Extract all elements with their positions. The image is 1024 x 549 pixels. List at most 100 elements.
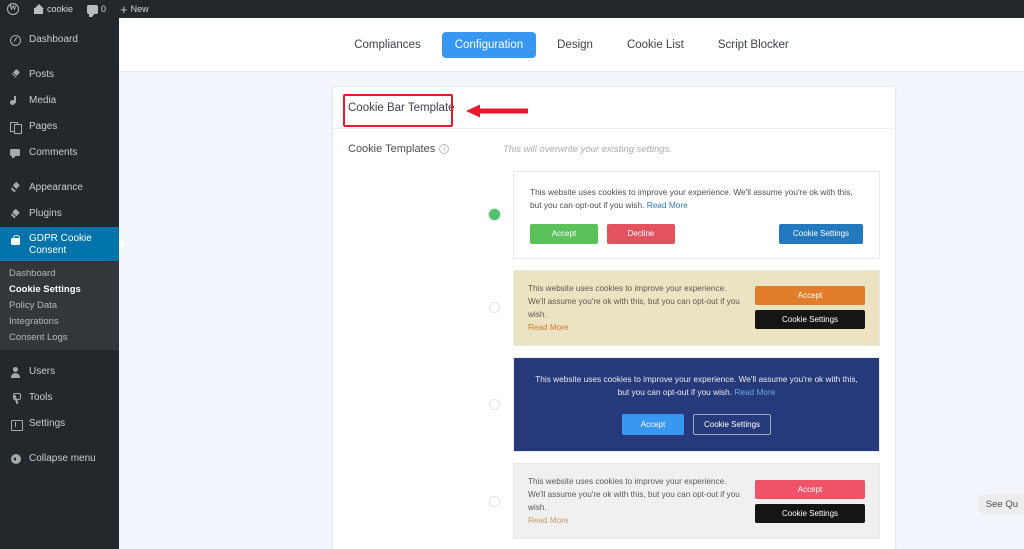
sidebar-divider-1: [0, 53, 119, 62]
submenu-item-cookie-settings[interactable]: Cookie Settings: [0, 281, 119, 297]
read-more-link[interactable]: Read More: [528, 514, 741, 527]
sidebar-item-settings[interactable]: Settings: [0, 411, 119, 437]
cookie-settings-button[interactable]: Cookie Settings: [755, 504, 865, 523]
user-icon: [9, 366, 22, 379]
tab-compliances[interactable]: Compliances: [341, 32, 433, 58]
tab-design[interactable]: Design: [544, 32, 606, 58]
sidebar-divider-2: [0, 166, 119, 175]
page-title: Cookie Bar Template: [348, 102, 455, 114]
site-name-label: cookie: [47, 5, 73, 14]
sidebar-item-users[interactable]: Users: [0, 359, 119, 385]
comments-menu[interactable]: 0: [80, 0, 113, 18]
wordpress-logo-menu[interactable]: [0, 0, 26, 18]
cookie-settings-button[interactable]: Cookie Settings: [693, 414, 771, 435]
read-more-link[interactable]: Read More: [647, 200, 688, 210]
wordpress-logo-icon: [7, 3, 19, 15]
accept-button[interactable]: Accept: [530, 224, 598, 244]
pin-icon: [9, 69, 22, 82]
panel-header: Cookie Bar Template: [333, 87, 895, 129]
template-buttons: Accept Cookie Settings: [755, 480, 865, 523]
new-label: New: [131, 5, 149, 14]
template-preview-default-light[interactable]: This website uses cookies to improve you…: [513, 171, 880, 259]
sidebar-item-label: Posts: [29, 69, 54, 81]
submenu-item-policy-data[interactable]: Policy Data: [0, 297, 119, 313]
template-message-text: This website uses cookies to improve you…: [535, 374, 858, 397]
template-message-text: This website uses cookies to improve you…: [528, 284, 740, 319]
admin-sidebar: Dashboard Posts Media Pages Comments App…: [0, 18, 119, 549]
template-radio-grey-pink[interactable]: [489, 496, 500, 507]
cookie-templates-field-row: Cookie Templates i This will overwrite y…: [348, 143, 880, 155]
template-buttons: Accept Decline Cookie Settings: [530, 224, 863, 244]
template-message: This website uses cookies to improve you…: [530, 186, 863, 212]
sidebar-item-comments[interactable]: Comments: [0, 140, 119, 166]
template-option-row[interactable]: This website uses cookies to improve you…: [489, 463, 880, 540]
cookie-bar-template-panel: Cookie Bar Template Cookie Templates i T…: [332, 86, 896, 549]
sidebar-divider-3: [0, 350, 119, 359]
template-option-row[interactable]: This website uses cookies to improve you…: [489, 270, 880, 347]
sidebar-item-gdpr-cookie-consent[interactable]: GDPR Cookie Consent: [0, 227, 119, 261]
accept-button[interactable]: Accept: [622, 414, 684, 435]
sidebar-item-dashboard[interactable]: Dashboard: [0, 27, 119, 53]
plugin-tab-bar: Compliances Configuration Design Cookie …: [119, 18, 1024, 72]
template-radio-default-light[interactable]: [489, 209, 500, 220]
pages-icon: [9, 121, 22, 134]
wp-admin-bar: cookie 0 + New: [0, 0, 1024, 18]
sidebar-item-label: Users: [29, 366, 55, 378]
new-content-menu[interactable]: + New: [113, 0, 156, 18]
admin-screen: cookie 0 + New Dashboard Posts Media Pa: [0, 0, 1024, 549]
plus-icon: +: [120, 3, 128, 16]
tab-script-blocker[interactable]: Script Blocker: [705, 32, 802, 58]
template-message-text: This website uses cookies to improve you…: [530, 187, 853, 210]
main-content: Compliances Configuration Design Cookie …: [119, 18, 1024, 549]
template-message: This website uses cookies to improve you…: [528, 475, 741, 528]
comments-count: 0: [101, 5, 106, 14]
template-option-row[interactable]: This website uses cookies to improve you…: [489, 357, 880, 452]
template-preview-beige-orange[interactable]: This website uses cookies to improve you…: [513, 270, 880, 347]
cookie-settings-button[interactable]: Cookie Settings: [779, 224, 863, 244]
accept-button[interactable]: Accept: [755, 286, 865, 305]
lock-icon: [9, 233, 22, 246]
sidebar-item-label: Comments: [29, 147, 77, 159]
sidebar-item-media[interactable]: Media: [0, 88, 119, 114]
tab-configuration[interactable]: Configuration: [442, 32, 536, 58]
submenu-item-dashboard[interactable]: Dashboard: [0, 265, 119, 281]
accept-button[interactable]: Accept: [755, 480, 865, 499]
template-buttons: Accept Cookie Settings: [530, 414, 863, 435]
sidebar-item-label: Appearance: [29, 182, 83, 194]
sidebar-item-posts[interactable]: Posts: [0, 62, 119, 88]
settings-icon: [9, 418, 22, 431]
site-name-menu[interactable]: cookie: [26, 0, 80, 18]
sidebar-item-label: Media: [29, 95, 56, 107]
cookie-settings-button[interactable]: Cookie Settings: [755, 310, 865, 329]
info-icon[interactable]: i: [439, 144, 449, 154]
panel-body: Cookie Templates i This will overwrite y…: [333, 129, 895, 539]
submenu-item-integrations[interactable]: Integrations: [0, 313, 119, 329]
template-options-list: This website uses cookies to improve you…: [348, 171, 880, 539]
template-option-row[interactable]: This website uses cookies to improve you…: [489, 171, 880, 259]
dashboard-icon: [9, 34, 22, 47]
template-preview-grey-pink[interactable]: This website uses cookies to improve you…: [513, 463, 880, 540]
sidebar-submenu-gdpr: Dashboard Cookie Settings Policy Data In…: [0, 261, 119, 350]
template-radio-beige-orange[interactable]: [489, 302, 500, 313]
read-more-link[interactable]: Read More: [528, 321, 741, 334]
media-icon: [9, 95, 22, 108]
read-more-link[interactable]: Read More: [734, 387, 775, 397]
template-buttons: Accept Cookie Settings: [755, 286, 865, 329]
template-preview-dark-blue[interactable]: This website uses cookies to improve you…: [513, 357, 880, 452]
sidebar-item-collapse-menu[interactable]: Collapse menu: [0, 446, 119, 472]
submenu-item-consent-logs[interactable]: Consent Logs: [0, 329, 119, 345]
sidebar-item-plugins[interactable]: Plugins: [0, 201, 119, 227]
sidebar-spacer-top: [0, 18, 119, 27]
template-radio-dark-blue[interactable]: [489, 399, 500, 410]
see-questions-pill[interactable]: See Qu: [977, 494, 1024, 515]
comment-icon: [9, 147, 22, 160]
sidebar-item-pages[interactable]: Pages: [0, 114, 119, 140]
sidebar-item-appearance[interactable]: Appearance: [0, 175, 119, 201]
cookie-templates-label-text: Cookie Templates: [348, 143, 435, 155]
sidebar-item-label: GDPR Cookie Consent: [29, 233, 110, 257]
decline-button[interactable]: Decline: [607, 224, 675, 244]
sidebar-item-tools[interactable]: Tools: [0, 385, 119, 411]
tab-cookie-list[interactable]: Cookie List: [614, 32, 697, 58]
sidebar-item-label: Settings: [29, 418, 65, 430]
template-message: This website uses cookies to improve you…: [530, 373, 863, 400]
